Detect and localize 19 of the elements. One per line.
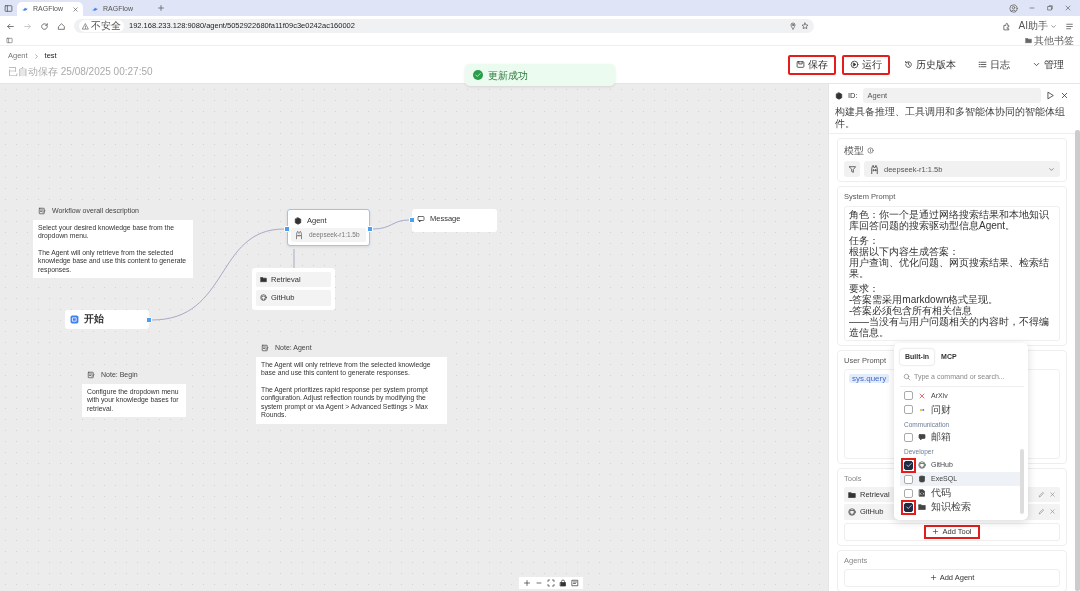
field-label: 模型 <box>844 144 864 159</box>
option-label: 知识检索 <box>931 501 971 513</box>
option-label: 邮箱 <box>931 431 951 444</box>
prompt-line: -答案必须包含所有相关信息 <box>849 304 973 316</box>
security-label: 不安全 <box>79 20 124 32</box>
node-title: 开始 <box>84 313 104 325</box>
option-label: 问财 <box>931 403 951 416</box>
prompt-line: 角色：你一个是通过网络搜索结果和本地知识库回答问题的搜索驱动型信息Agent。 <box>849 208 1050 231</box>
prompt-line: 根据以下内容生成答案： <box>849 245 960 257</box>
prompt-line: -答案需采用markdown格式呈现。 <box>849 293 1000 305</box>
prompt-line: ——当没有与用户问题相关的内容时，不得编造信息。 <box>849 315 1050 338</box>
prompt-line: 要求： <box>849 282 880 294</box>
variable-tag: sys.query <box>849 373 890 383</box>
component-description: 构建具备推理、工具调用和多智能体协同的智能体组件。 <box>835 106 1066 131</box>
prompt-line: 用户查询、优化问题、网页搜索结果、检索结果。 <box>849 256 1050 279</box>
option-label: 代码 <box>931 487 951 499</box>
autosave-time: 已自动保存 25/08/2025 00:27:50 <box>8 64 153 79</box>
toast-message: 更新成功 <box>465 64 615 86</box>
prompt-line: 任务： <box>849 234 880 246</box>
